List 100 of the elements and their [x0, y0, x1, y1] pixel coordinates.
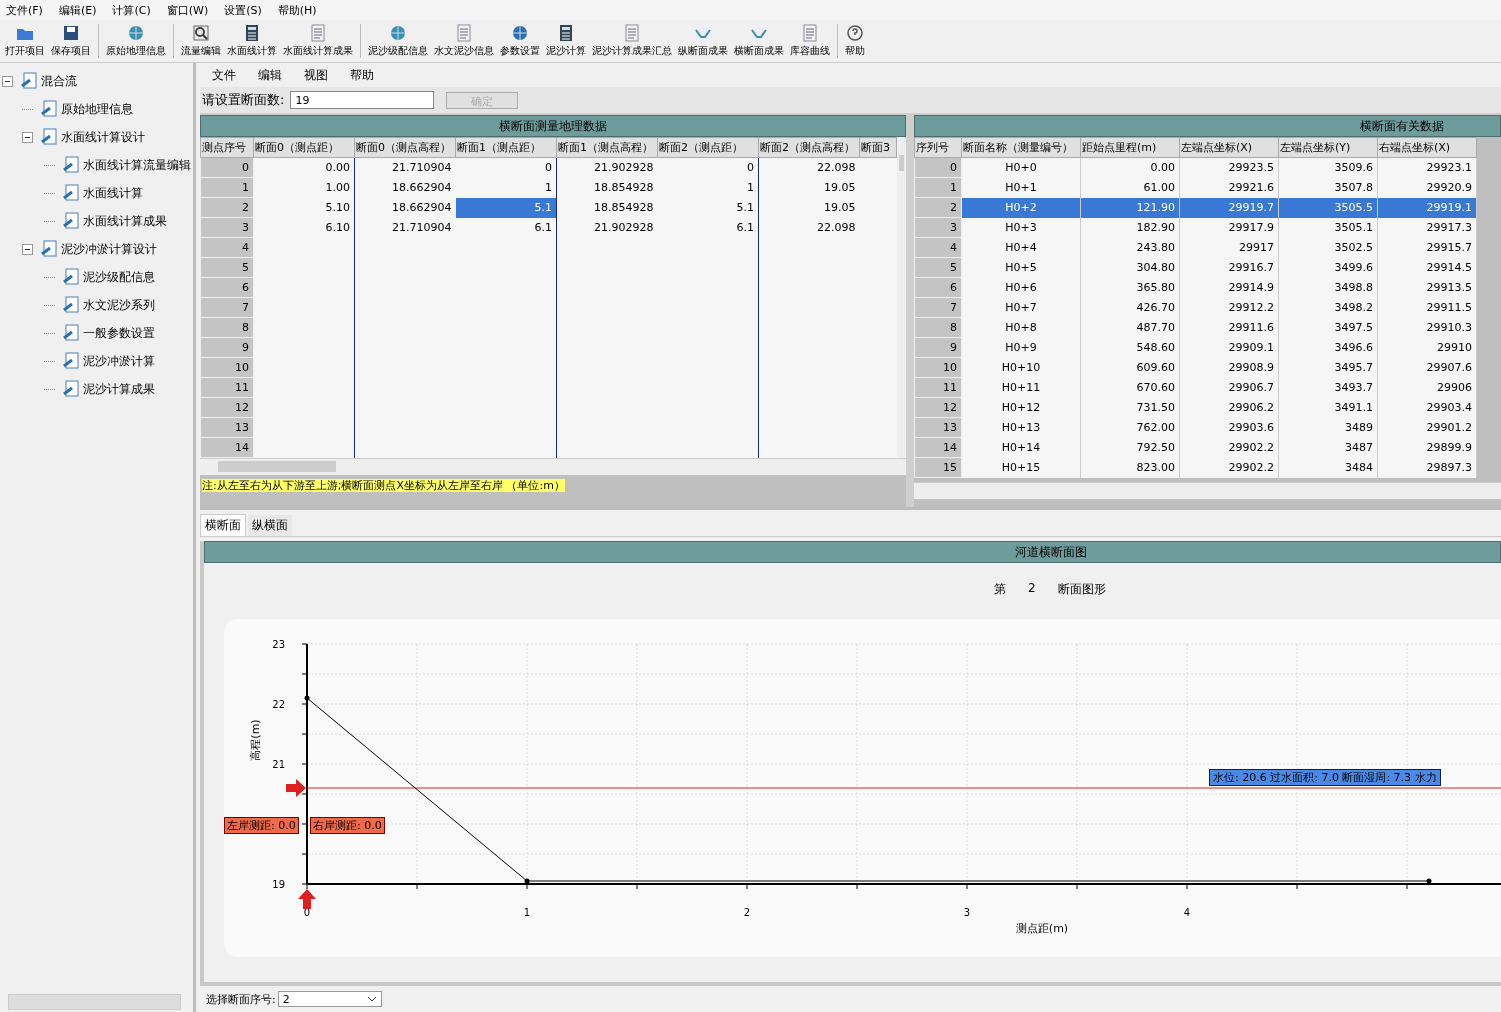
tree-item[interactable]: 混合流	[41, 72, 77, 90]
table-cell: 29919.7	[1179, 197, 1279, 218]
column-header[interactable]: 断面1（测点距）	[455, 137, 557, 158]
column-header[interactable]: 断面3	[859, 137, 897, 158]
table-cell: 29914.5	[1377, 257, 1477, 278]
channel-icon	[750, 24, 768, 42]
toolbar-button[interactable]: 横断面成果	[731, 22, 787, 60]
table-cell: H0+1	[961, 177, 1081, 198]
horizontal-scrollbar[interactable]	[200, 458, 906, 475]
tree-toggle-icon[interactable]	[22, 131, 33, 143]
column-header[interactable]: 左端点坐标(X)	[1179, 137, 1279, 158]
axis-tick-label: 22	[272, 699, 285, 710]
tree-toggle-icon[interactable]	[2, 75, 13, 87]
tree-item[interactable]: 泥沙冲淤计算	[83, 352, 155, 370]
toolbar-button[interactable]: 纵断面成果	[675, 22, 731, 60]
vertical-scrollbar[interactable]	[897, 137, 906, 458]
tree-item[interactable]: 泥沙计算成果	[83, 380, 155, 398]
toolbar-button[interactable]: 参数设置	[497, 22, 543, 60]
menu-item[interactable]: 窗口(W)	[160, 2, 219, 18]
table-cell: 3493.7	[1278, 377, 1378, 398]
menu-item[interactable]: 文件(F)	[0, 2, 53, 18]
column-header[interactable]: 断面名称（测量编号）	[961, 137, 1081, 158]
toolbar-button[interactable]: 泥沙计算	[543, 22, 589, 60]
menu-item[interactable]: 编辑	[252, 66, 292, 84]
tree-item[interactable]: 水文泥沙系列	[83, 296, 155, 314]
toolbar-button[interactable]: 水面线计算	[224, 22, 280, 60]
toolbar-button[interactable]: 帮助	[842, 22, 868, 60]
menu-item[interactable]: 编辑(E)	[52, 2, 107, 18]
document-icon	[62, 184, 80, 202]
toolbar-button[interactable]: 水文泥沙信息	[431, 22, 497, 60]
horizontal-scrollbar[interactable]	[914, 482, 1501, 499]
chevron-down-icon	[366, 996, 377, 1002]
tree-item[interactable]: 一般参数设置	[83, 324, 155, 342]
column-header[interactable]: 断面2（测点距）	[657, 137, 759, 158]
table-cell: 29902.2	[1179, 437, 1279, 458]
table-cell: 487.70	[1080, 317, 1180, 338]
column-header[interactable]: 断面0（测点高程）	[354, 137, 456, 158]
table-cell: 21.902928	[556, 157, 658, 178]
tree-item[interactable]: 原始地理信息	[61, 100, 133, 118]
row-header: 1	[200, 177, 254, 198]
tab[interactable]: 横断面	[200, 514, 246, 536]
table-cell: 0.00	[253, 157, 355, 178]
row-header: 9	[200, 337, 254, 358]
toolbar-button[interactable]: 库容曲线	[787, 22, 833, 60]
column-header[interactable]: 距始点里程(m)	[1080, 137, 1180, 158]
table-cell: H0+11	[961, 377, 1081, 398]
column-header[interactable]: 断面0（测点距）	[253, 137, 355, 158]
column-header[interactable]: 断面1（测点高程）	[556, 137, 658, 158]
toolbar-button[interactable]: 原始地理信息	[103, 22, 169, 60]
menu-item[interactable]: 视图	[298, 66, 338, 84]
column-header[interactable]: 序列号	[914, 137, 962, 158]
column-header[interactable]: 测点序号	[200, 137, 254, 158]
document-icon	[62, 324, 80, 342]
axis-tick-label: 2	[743, 907, 751, 918]
tree-item[interactable]: 泥沙级配信息	[83, 268, 155, 286]
section-select[interactable]: 2	[277, 991, 382, 1007]
section-count-label: 请设置断面数:	[201, 91, 285, 109]
tree-item[interactable]: 水面线计算流量编辑	[83, 156, 191, 174]
table-cell: 29910.3	[1377, 317, 1477, 338]
table-cell: 21.710904	[354, 217, 456, 238]
table-cell: H0+7	[961, 297, 1081, 318]
table-cell: H0+8	[961, 317, 1081, 338]
menu-item[interactable]: 帮助	[344, 66, 384, 84]
toolbar-button[interactable]: 水面线计算成果	[280, 22, 356, 60]
horizontal-scrollbar[interactable]	[8, 994, 181, 1010]
table-cell: 29913.5	[1377, 277, 1477, 298]
toolbar-button[interactable]: 流量编辑	[178, 22, 224, 60]
table-cell: H0+13	[961, 417, 1081, 438]
table-cell: 29916.7	[1179, 257, 1279, 278]
tree-item[interactable]: 水面线计算设计	[61, 128, 145, 146]
tree-toggle-icon[interactable]	[22, 243, 33, 255]
column-header[interactable]: 断面2（测点高程）	[758, 137, 860, 158]
help-icon	[846, 24, 864, 42]
axis-tick-label: 3	[963, 907, 971, 918]
chart-title: 2	[1028, 581, 1036, 597]
tree-item[interactable]: 水面线计算	[83, 184, 143, 202]
table-cell: 548.60	[1080, 337, 1180, 358]
table-cell: 29906	[1377, 377, 1477, 398]
toolbar-button[interactable]: 泥沙级配信息	[365, 22, 431, 60]
row-header: 11	[200, 377, 254, 398]
document-icon	[40, 128, 58, 146]
menu-item[interactable]: 帮助(H)	[271, 2, 327, 18]
document-icon	[20, 72, 38, 90]
axis-tick-label: 4	[1183, 907, 1191, 918]
column-header[interactable]: 左端点坐标(Y)	[1278, 137, 1378, 158]
toolbar-button[interactable]: 泥沙计算成果汇总	[589, 22, 675, 60]
menu-item[interactable]: 文件	[206, 66, 246, 84]
tree-item[interactable]: 泥沙冲淤计算设计	[61, 240, 157, 258]
menu-item[interactable]: 计算(C)	[106, 2, 161, 18]
menu-item[interactable]: 设置(S)	[218, 2, 272, 18]
table-cell: 6.10	[253, 217, 355, 238]
tab[interactable]: 纵横面	[248, 515, 292, 536]
column-header[interactable]: 右端点坐标(X)	[1377, 137, 1477, 158]
toolbar-button[interactable]: 保存项目	[48, 22, 94, 60]
tree-item[interactable]: 水面线计算成果	[83, 212, 167, 230]
table-cell: H0+10	[961, 357, 1081, 378]
toolbar-button[interactable]: 打开项目	[2, 22, 48, 60]
table-cell: 3497.5	[1278, 317, 1378, 338]
row-header: 5	[200, 257, 254, 278]
section-count-field[interactable]: 19	[290, 91, 435, 109]
